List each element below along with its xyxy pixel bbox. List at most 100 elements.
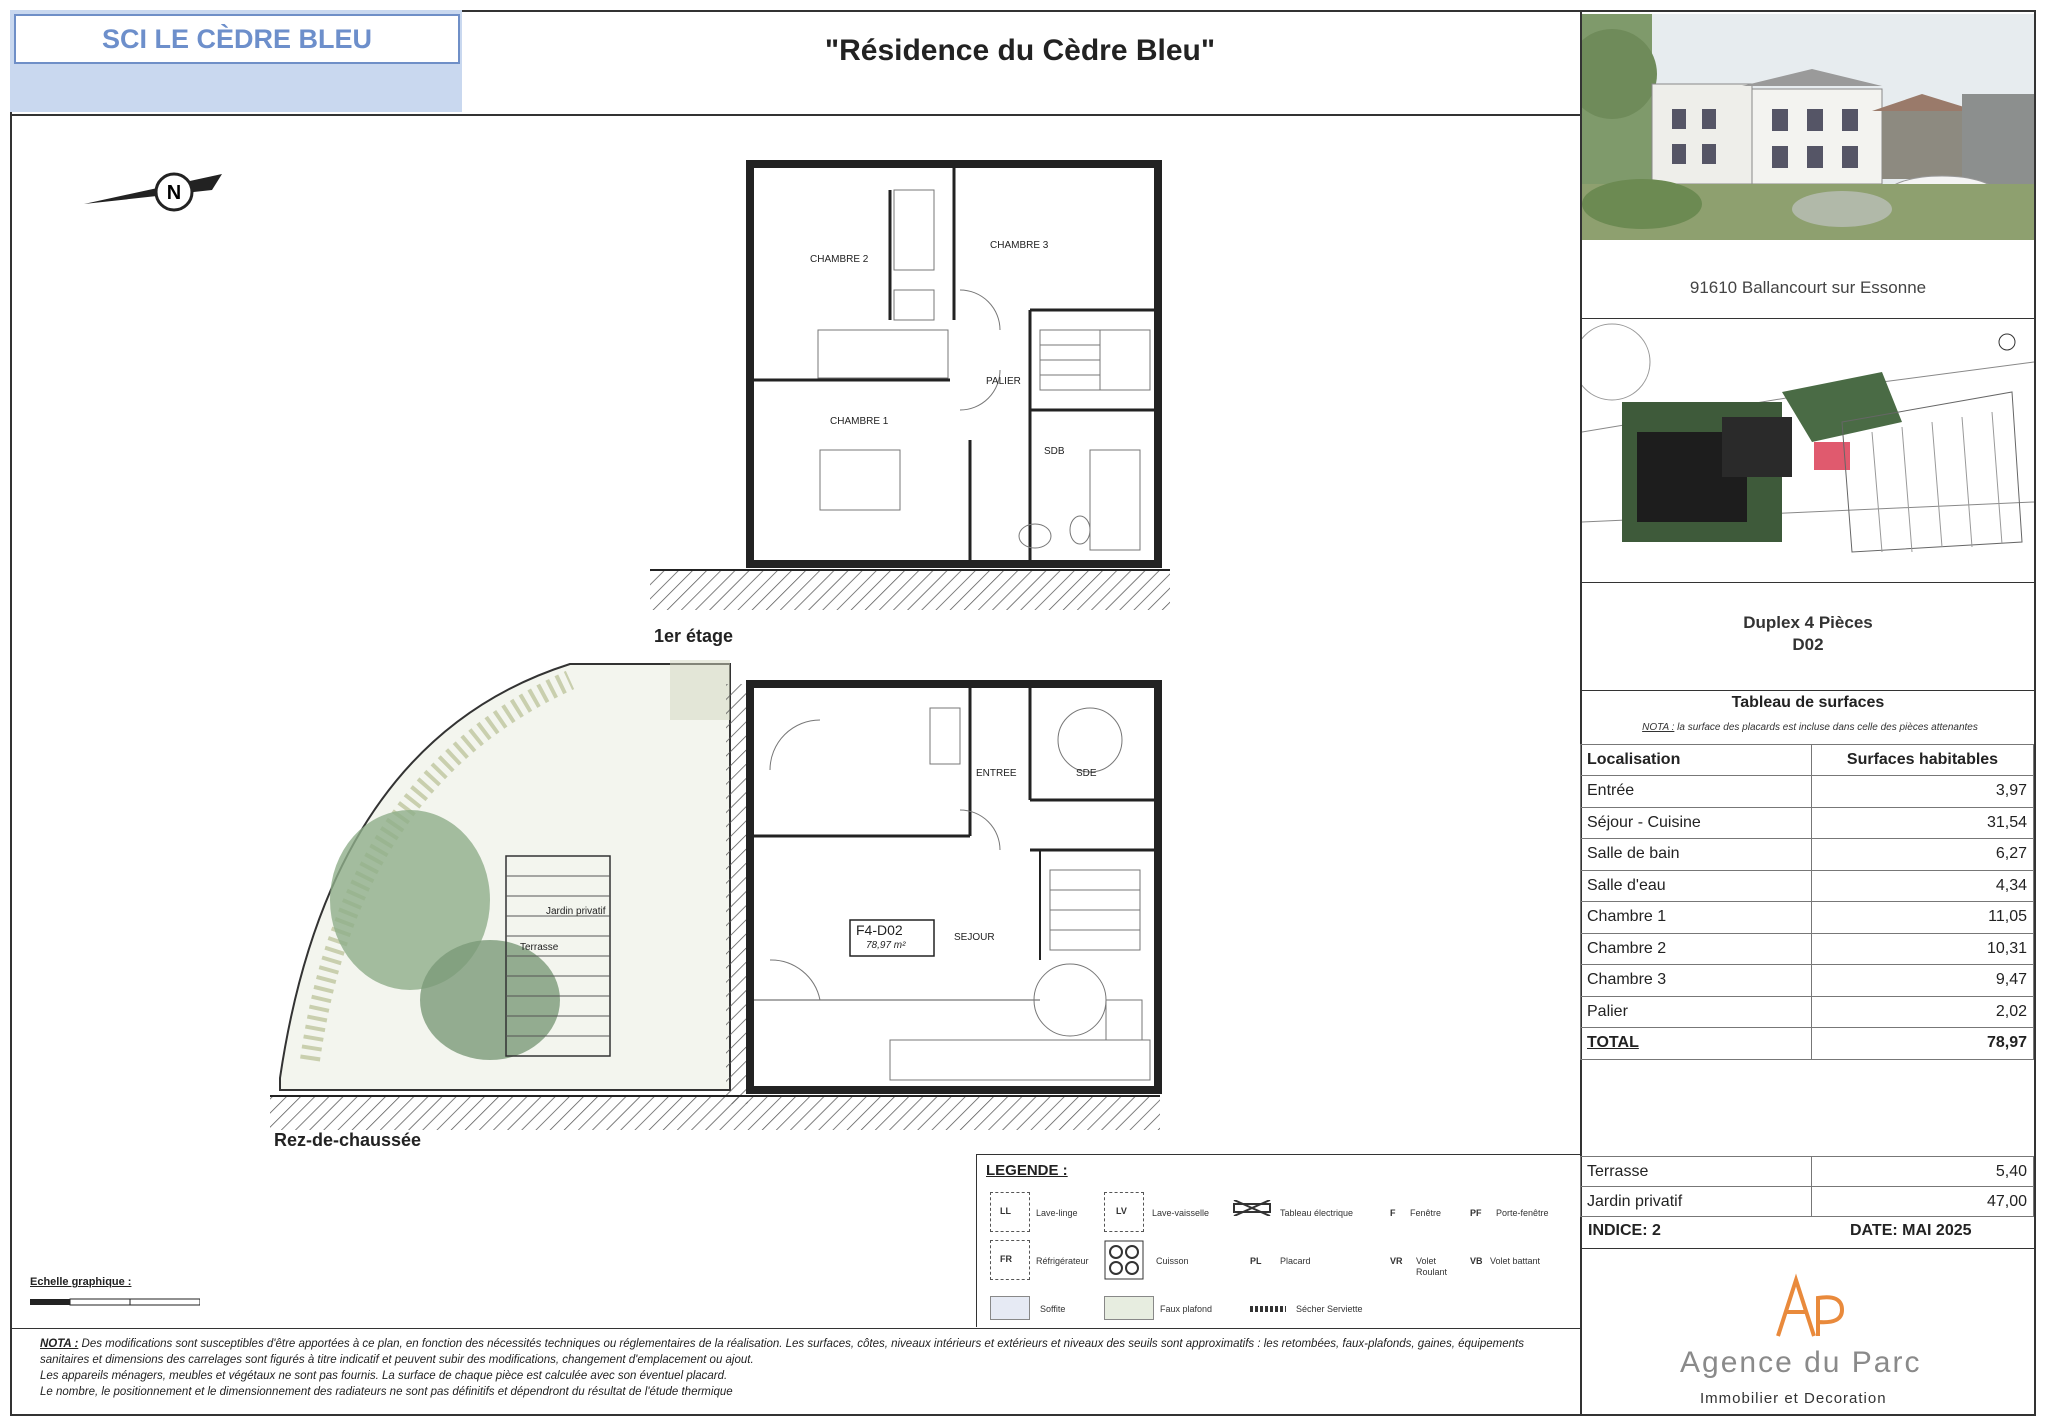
agency-logo-mark — [1770, 1272, 1850, 1342]
note-divider — [10, 1328, 1582, 1329]
room-label: CHAMBRE 3 — [990, 240, 1049, 251]
room-label: Jardin privatif — [546, 906, 606, 917]
company-name: SCI LE CÈDRE BLEU — [14, 14, 460, 64]
table-row: Palier 2,02 — [1580, 995, 2034, 1028]
legend-tab-text: Tableau électrique — [1280, 1208, 1354, 1218]
table-row: Jardin privatif 47,00 — [1580, 1186, 2034, 1217]
surfaces-table: Localisation Surfaces habitables Entrée 3… — [1580, 744, 2034, 1060]
apartment-code: F4-D02 — [856, 922, 903, 938]
surfaces-note-label: NOTA : — [1642, 722, 1675, 733]
footnote: NOTA : Des modifications sont susceptibl… — [40, 1336, 1560, 1400]
row-name: Chambre 1 — [1580, 901, 1812, 934]
col-surface: Surfaces habitables — [1811, 744, 2034, 776]
room-label: SEJOUR — [954, 932, 995, 943]
svg-text:N: N — [167, 182, 181, 204]
legend-f-text: Fenêtre — [1410, 1208, 1442, 1218]
ground-floor-label: Rez-de-chaussée — [274, 1130, 422, 1150]
surfaces-title: Tableau de surfaces — [1731, 694, 1885, 711]
legend-box — [976, 1154, 1581, 1327]
north-arrow-icon: N — [82, 162, 232, 222]
total-label: TOTAL — [1580, 1027, 1812, 1060]
electrical-panel-icon — [1232, 1199, 1272, 1217]
jardin-value: 47,00 — [1811, 1186, 2034, 1217]
row-value: 9,47 — [1811, 964, 2034, 997]
sidebar-line-4 — [1580, 690, 2036, 691]
row-value: 4,34 — [1811, 869, 2034, 902]
legend-vb-code: VB — [1470, 1256, 1483, 1266]
date: DATE: MAI 2025 — [1850, 1222, 1972, 1239]
legend-pf-text: Porte-fenêtre — [1496, 1208, 1549, 1218]
legend-pf-code: PF — [1470, 1208, 1482, 1218]
row-value: 31,54 — [1811, 806, 2034, 839]
legend-fr-text: Réfrigérateur — [1036, 1256, 1089, 1266]
room-label: SDE — [1076, 768, 1097, 779]
agency-subtitle: Immobilier et Decoration — [1700, 1390, 1887, 1407]
terrasse-value: 5,40 — [1811, 1156, 2034, 1187]
legend-faux-text: Faux plafond — [1160, 1304, 1213, 1314]
agency-name: Agence du Parc — [1680, 1346, 1922, 1379]
site-plan — [1582, 322, 2034, 580]
upper-floor-plan: CHAMBRE 2 CHAMBRE 3 CHAMBRE 1 PALIER SDB — [650, 160, 1170, 620]
sidebar-line-3 — [1580, 582, 2036, 583]
footnote-line-3: Le nombre, le positionnement et le dimen… — [40, 1386, 733, 1398]
address: 91610 Ballancourt sur Essonne — [1689, 278, 1927, 297]
indice: INDICE: 2 — [1588, 1222, 1661, 1239]
total-value: 78,97 — [1811, 1027, 2034, 1060]
footnote-line-2: Les appareils ménagers, meubles et végét… — [40, 1370, 728, 1382]
legend-pl-text: Placard — [1280, 1256, 1311, 1266]
legend-vr-text: Volet Roulant — [1416, 1256, 1448, 1277]
apartment-type-label: Duplex 4 Pièces — [1743, 613, 1873, 632]
legend-vr-code: VR — [1390, 1256, 1403, 1266]
header-divider — [10, 114, 1582, 116]
frame-left — [10, 10, 12, 1416]
footnote-line-1: Des modifications sont susceptibles d'êt… — [40, 1338, 1524, 1366]
room-label: ENTREE — [976, 768, 1017, 779]
frame-bottom — [10, 1414, 2036, 1416]
row-name: Chambre 2 — [1580, 932, 1812, 965]
table-row: Séjour - Cuisine 31,54 — [1580, 806, 2034, 839]
row-name: Salle de bain — [1580, 838, 1812, 871]
legend-soffite-swatch — [990, 1296, 1030, 1320]
legend-vb-text: Volet battant — [1490, 1256, 1541, 1266]
footnote-label: NOTA : — [40, 1338, 79, 1350]
legend-lv-code: LV — [1116, 1206, 1127, 1216]
room-label: CHAMBRE 2 — [810, 254, 869, 265]
legend-lv-text: Lave-vaisselle — [1152, 1208, 1210, 1218]
indice-divider — [1580, 1248, 2036, 1249]
exterior-table: Terrasse 5,40 Jardin privatif 47,00 — [1580, 1156, 2034, 1217]
row-name: Entrée — [1580, 775, 1812, 808]
scale-bar — [30, 1294, 201, 1306]
table-header: Localisation Surfaces habitables — [1580, 744, 2034, 776]
legend-fr-code: FR — [1000, 1254, 1012, 1264]
upper-floor-label: 1er étage — [654, 626, 734, 646]
table-row: Chambre 1 11,05 — [1580, 901, 2034, 934]
row-value: 10,31 — [1811, 932, 2034, 965]
room-label: PALIER — [986, 376, 1021, 387]
scale-label: Echelle graphique : — [30, 1276, 132, 1288]
total-row: TOTAL 78,97 — [1580, 1027, 2034, 1060]
apartment-lot: D02 — [1792, 635, 1824, 654]
legend-title: LEGENDE : — [986, 1162, 1068, 1179]
row-value: 6,27 — [1811, 838, 2034, 871]
legend-seche-text: Sécher Serviette — [1296, 1304, 1363, 1314]
row-value: 3,97 — [1811, 775, 2034, 808]
legend-ll-code: LL — [1000, 1206, 1011, 1216]
page-title: "Résidence du Cèdre Bleu" — [824, 34, 1216, 67]
row-name: Palier — [1580, 995, 1812, 1028]
room-label: CHAMBRE 1 — [830, 416, 889, 427]
sidebar-line-2 — [1580, 318, 2036, 319]
surfaces-note: NOTA : la surface des placards est inclu… — [1590, 722, 2030, 733]
legend-pl-code: PL — [1250, 1256, 1262, 1266]
legend-f-code: F — [1390, 1208, 1396, 1218]
table-row: Salle de bain 6,27 — [1580, 838, 2034, 871]
table-row: Terrasse 5,40 — [1580, 1156, 2034, 1187]
legend-cuisson-text: Cuisson — [1156, 1256, 1189, 1266]
surfaces-note-text: la surface des placards est incluse dans… — [1677, 722, 1978, 733]
cooktop-icon — [1104, 1240, 1144, 1280]
table-row: Entrée 3,97 — [1580, 775, 2034, 808]
building-photo — [1582, 14, 2034, 240]
room-label: SDB — [1044, 446, 1065, 457]
towel-dryer-icon — [1250, 1306, 1286, 1312]
room-label: Terrasse — [520, 942, 559, 953]
terrasse-label: Terrasse — [1580, 1156, 1812, 1187]
